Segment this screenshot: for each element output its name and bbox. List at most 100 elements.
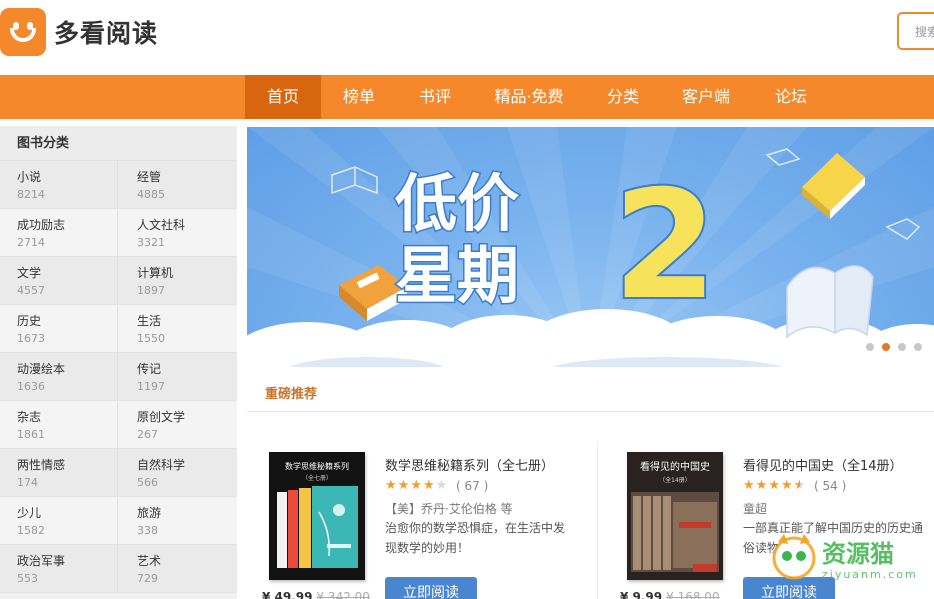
promo-banner[interactable]: 低价 星期 2 — [247, 127, 934, 367]
nav-item-client[interactable]: 客户端 — [661, 75, 751, 119]
category-name: 政治军事 — [17, 554, 66, 568]
nav-item-reviews[interactable]: 书评 — [397, 75, 473, 119]
category-name: 生活 — [137, 314, 162, 328]
sidebar-category-item[interactable]: 人文社科 3321 — [120, 209, 238, 256]
nav-item-premium-free[interactable]: 精品·免费 — [473, 75, 585, 119]
book-price-1: ¥ 49.99 ¥ 342.00 — [262, 590, 370, 599]
sidebar-row: 动漫绘本 1636 传记 1197 — [0, 353, 237, 401]
sidebar-row: 少儿 1582 旅游 338 — [0, 497, 237, 545]
category-count: 553 — [17, 572, 38, 585]
nav-item-home[interactable]: 首页 — [245, 75, 321, 119]
nav-item-categories[interactable]: 分类 — [585, 75, 661, 119]
site-brand-name[interactable]: 多看阅读 — [54, 14, 158, 50]
category-name: 动漫绘本 — [17, 362, 66, 376]
sidebar-category-item[interactable]: 成功励志 2714 — [0, 209, 118, 256]
sidebar-category-item[interactable]: 生活 1550 — [120, 305, 238, 352]
cover-1-sub: （全七册） — [302, 474, 332, 482]
watermark-text: 资源猫 — [822, 540, 894, 568]
sidebar-category-item[interactable]: 少儿 1582 — [0, 497, 118, 544]
banner-dot-1[interactable] — [866, 343, 874, 351]
sidebar-category-item[interactable]: 经管 4885 — [120, 161, 238, 208]
category-name: 历史 — [17, 314, 42, 328]
category-count: 2714 — [17, 236, 45, 249]
sidebar-row: 杂志 1861 原创文学 267 — [0, 401, 237, 449]
sidebar-row: 两性情感 174 自然科学 566 — [0, 449, 237, 497]
star-empty-icon: ★ — [435, 478, 449, 493]
sidebar-category-item[interactable]: 杂志 1861 — [0, 401, 118, 448]
cover-2-title: 看得见的中国史 — [640, 460, 710, 473]
sidebar-row: 小说 8214 经管 4885 — [0, 161, 237, 209]
category-name: 自然科学 — [137, 458, 186, 472]
book-rating-2: ★★★★★ — [743, 478, 806, 493]
category-count: 4885 — [137, 188, 165, 201]
book-rating-count-1: ( 67 ) — [456, 479, 489, 493]
star-icon: ★ — [743, 478, 756, 493]
category-count: 729 — [137, 572, 158, 585]
cover-1-title: 数学思维秘籍系列 — [285, 461, 349, 471]
star-icon: ★ — [768, 478, 781, 493]
category-name: 人文社科 — [137, 218, 186, 232]
category-name: 小说 — [17, 170, 42, 184]
category-name: 杂志 — [17, 410, 42, 424]
sidebar-category-item[interactable]: 艺术 729 — [120, 545, 238, 592]
book-author-2[interactable]: 童超 — [743, 500, 767, 517]
sidebar-row: 政治军事 553 艺术 729 — [0, 545, 237, 593]
book-title-2[interactable]: 看得见的中国史（全14册） — [743, 455, 903, 474]
sidebar-row: 成功励志 2714 人文社科 3321 — [0, 209, 237, 257]
category-count: 3321 — [137, 236, 165, 249]
sidebar-category-item[interactable]: 政治军事 553 — [0, 545, 118, 592]
book-title-1[interactable]: 数学思维秘籍系列（全七册） — [385, 455, 554, 474]
star-half-icon: ★ — [793, 478, 807, 493]
category-name: 少儿 — [17, 506, 42, 520]
star-icon: ★ — [755, 478, 769, 493]
category-name: 传记 — [137, 362, 162, 376]
banner-dot-4[interactable] — [914, 343, 922, 351]
category-count: 1861 — [17, 428, 45, 441]
category-name: 文学 — [17, 266, 42, 280]
nav-item-forum[interactable]: 论坛 — [751, 75, 831, 119]
star-icon: ★ — [385, 478, 398, 493]
nav-item-rankings[interactable]: 榜单 — [321, 75, 397, 119]
main-nav: 首页 榜单 书评 精品·免费 分类 客户端 论坛 — [0, 75, 934, 119]
category-count: 1550 — [137, 332, 165, 345]
category-name: 计算机 — [137, 266, 174, 280]
sidebar-category-item[interactable]: 动漫绘本 1636 — [0, 353, 118, 400]
category-name: 两性情感 — [17, 458, 66, 472]
sidebar-row: 历史 1673 生活 1550 — [0, 305, 237, 353]
sidebar-category-item[interactable]: 计算机 1897 — [120, 257, 238, 304]
sidebar-category-item[interactable]: 小说 8214 — [0, 161, 118, 208]
cover-2-sub: （全14册） — [659, 476, 691, 484]
banner-line2: 星期 — [395, 239, 519, 312]
recommend-title: 重磅推荐 — [265, 387, 318, 402]
sidebar-category-item[interactable]: 自然科学 566 — [120, 449, 238, 496]
sidebar-category-item[interactable]: 历史 1673 — [0, 305, 118, 352]
book-cover-1[interactable]: 数学思维秘籍系列 （全七册） — [269, 452, 365, 580]
sidebar-title: 图书分类 — [0, 126, 237, 161]
book-desc-1: 治愈你的数学恐惧症，在生活中发现数学的妙用！ — [385, 521, 566, 555]
sidebar-row: 文学 4557 计算机 1897 — [0, 257, 237, 305]
sidebar-category-item[interactable]: 原创文学 267 — [120, 401, 238, 448]
book-author-1[interactable]: 【美】乔丹·艾伦伯格 等 — [385, 500, 513, 517]
sidebar-category-item[interactable]: 传记 1197 — [120, 353, 238, 400]
category-name: 旅游 — [137, 506, 162, 520]
category-count: 1897 — [137, 284, 165, 297]
book-cover-2[interactable]: 看得见的中国史 （全14册） — [627, 452, 723, 580]
star-icon: ★ — [780, 478, 794, 493]
category-count: 267 — [137, 428, 158, 441]
site-header: 多看阅读 搜索 — [0, 0, 934, 75]
read-now-button-1[interactable]: 立即阅读 — [385, 577, 477, 599]
book-divider — [597, 442, 598, 599]
book-price-2: ¥ 9.99 ¥ 168.00 — [620, 590, 720, 599]
sidebar-category-item[interactable]: 两性情感 174 — [0, 449, 118, 496]
sidebar-category-item[interactable]: 旅游 338 — [120, 497, 238, 544]
category-name: 成功励志 — [17, 218, 66, 232]
banner-dot-3[interactable] — [898, 343, 906, 351]
star-icon: ★ — [422, 478, 436, 493]
sidebar-category-item[interactable]: 文学 4557 — [0, 257, 118, 304]
logo-smile-icon[interactable] — [0, 8, 46, 56]
search-input[interactable]: 搜索 — [897, 12, 934, 50]
banner-dot-2[interactable] — [882, 343, 890, 351]
category-name: 原创文学 — [137, 410, 186, 424]
recommend-header: 重磅推荐 — [247, 372, 934, 412]
banner-numeral: 2 — [613, 159, 717, 333]
